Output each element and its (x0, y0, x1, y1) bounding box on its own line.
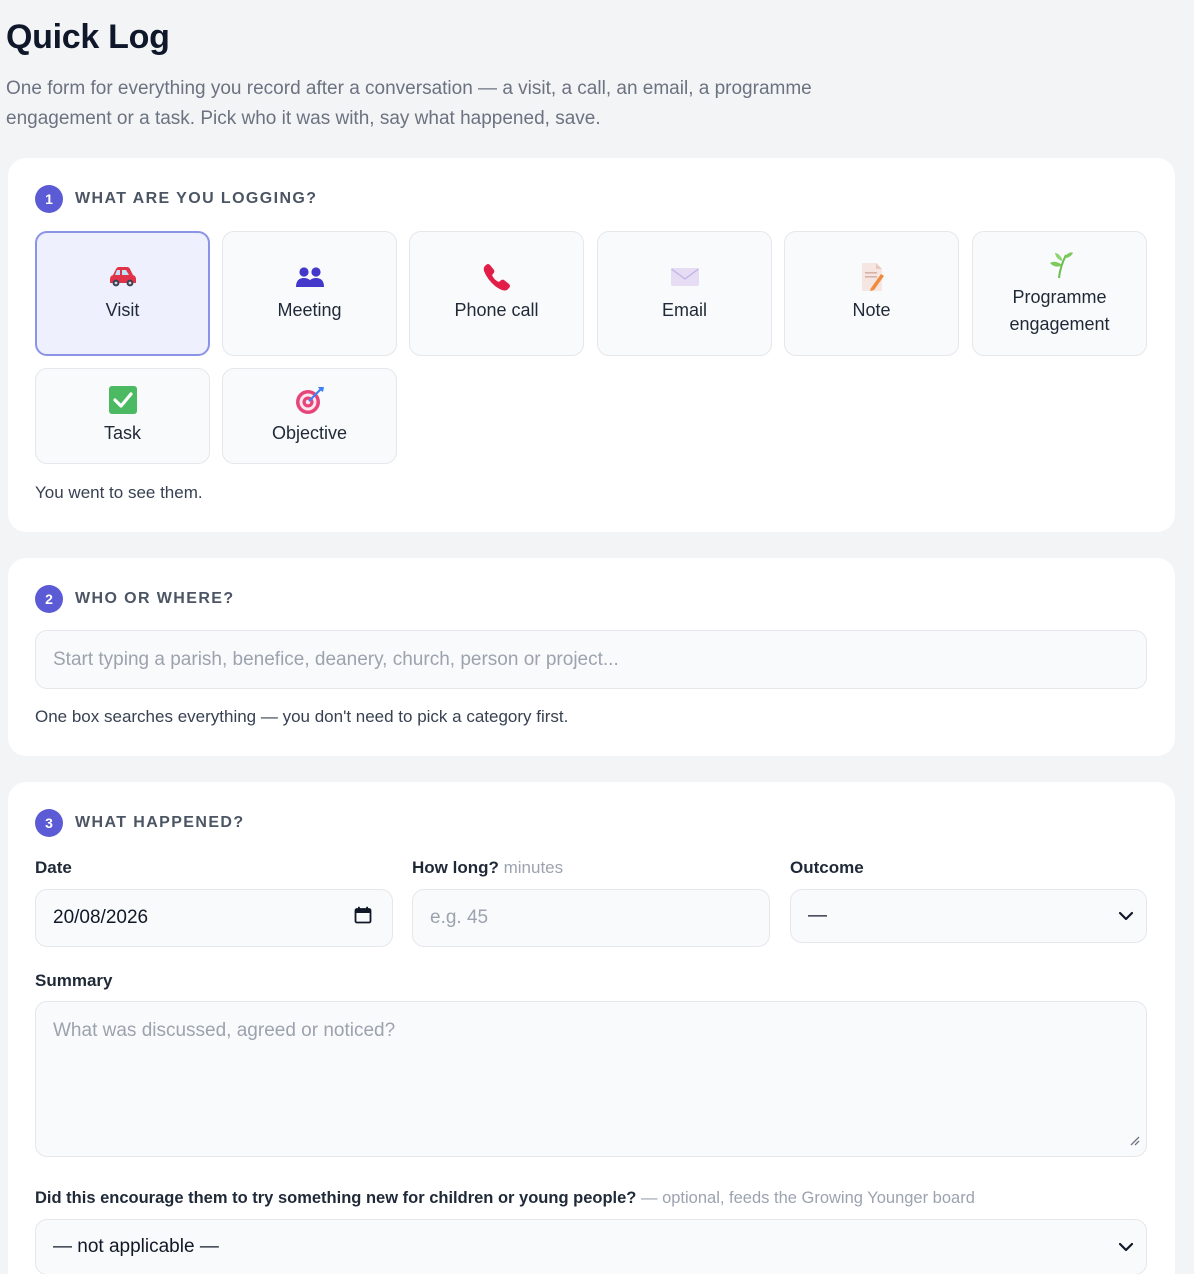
duration-input[interactable]: e.g. 45 (412, 889, 770, 947)
page-title: Quick Log (6, 18, 170, 56)
envelope-icon (670, 263, 700, 291)
step-3-label: WHAT HAPPENED? (75, 814, 245, 831)
page-intro: One form for everything you record after… (6, 78, 812, 129)
who-where-search-input[interactable]: Start typing a parish, benefice, deanery… (35, 630, 1147, 689)
growing-younger-note: — optional, feeds the Growing Younger bo… (640, 1189, 975, 1207)
type-visit-button[interactable]: Visit (35, 231, 210, 356)
type-visit-label: Visit (105, 300, 140, 320)
type-phone-call-button[interactable]: Phone call (409, 231, 584, 356)
type-task-button[interactable]: Task (35, 368, 210, 464)
duration-unit: minutes (503, 858, 564, 877)
chevron-down-icon (1118, 1236, 1134, 1258)
step-3-badge: 3 (35, 809, 63, 837)
phone-icon (482, 263, 512, 291)
who-where-card: 2 WHO OR WHERE? Start typing a parish, b… (8, 558, 1175, 756)
type-email-button[interactable]: Email (597, 231, 772, 356)
logging-type-card: 1 WHAT ARE YOU LOGGING? Visit Meeting Ph… (8, 158, 1175, 532)
step-2-label: WHO OR WHERE? (75, 590, 235, 607)
outcome-label: Outcome (790, 858, 864, 877)
check-box-icon (108, 385, 138, 414)
target-icon (294, 386, 326, 414)
type-phone-call-label: Phone call (454, 300, 539, 320)
growing-younger-label: Did this encourage them to try something… (35, 1189, 975, 1208)
growing-younger-question: Did this encourage them to try something… (35, 1189, 637, 1207)
search-placeholder: Start typing a parish, benefice, deanery… (53, 648, 619, 670)
duration-label: How long? minutes (412, 858, 563, 878)
step-1-header: 1 WHAT ARE YOU LOGGING? (35, 185, 317, 213)
outcome-value: — (808, 905, 827, 926)
what-happened-card: 3 WHAT HAPPENED? Date 20/08/2026 How lon… (8, 782, 1175, 1274)
type-note-label: Note (852, 300, 891, 320)
date-field[interactable]: 20/08/2026 (35, 889, 393, 947)
type-email-label: Email (661, 300, 707, 320)
type-objective-label: Objective (271, 422, 348, 443)
step-2-header: 2 WHO OR WHERE? (35, 585, 235, 613)
type-task-label: Task (103, 422, 141, 443)
step-1-label: WHAT ARE YOU LOGGING? (75, 190, 318, 207)
date-label: Date (35, 858, 72, 877)
step-2-badge: 2 (35, 585, 63, 613)
duration-placeholder: e.g. 45 (430, 907, 489, 928)
type-helper-text: You went to see them. (35, 483, 203, 502)
growing-younger-value: — not applicable — (53, 1236, 219, 1257)
step-3-header: 3 WHAT HAPPENED? (35, 809, 245, 837)
step-1-badge: 1 (35, 185, 63, 213)
search-helper-text: One box searches everything — you don't … (35, 707, 569, 726)
seedling-icon (1045, 250, 1075, 278)
date-value: 20/08/2026 (53, 907, 149, 928)
summary-textarea[interactable]: What was discussed, agreed or noticed? (35, 1001, 1147, 1157)
type-programme-engagement-button[interactable]: Programme engagement (972, 231, 1147, 356)
calendar-icon[interactable] (354, 906, 372, 930)
summary-label: Summary (35, 971, 113, 990)
memo-icon (859, 263, 885, 291)
type-programme-engagement-label: Programme engagement (1009, 286, 1110, 334)
people-icon (295, 263, 325, 291)
car-icon (108, 263, 138, 291)
type-note-button[interactable]: Note (784, 231, 959, 356)
duration-label-text: How long? (412, 858, 499, 877)
type-objective-button[interactable]: Objective (222, 368, 397, 464)
type-meeting-label: Meeting (277, 300, 342, 320)
outcome-select[interactable]: — (790, 889, 1147, 943)
chevron-down-icon (1118, 905, 1134, 927)
summary-placeholder: What was discussed, agreed or noticed? (53, 1020, 396, 1041)
type-meeting-button[interactable]: Meeting (222, 231, 397, 356)
growing-younger-select[interactable]: — not applicable — (35, 1219, 1147, 1274)
resize-handle-icon[interactable] (1128, 1130, 1140, 1152)
